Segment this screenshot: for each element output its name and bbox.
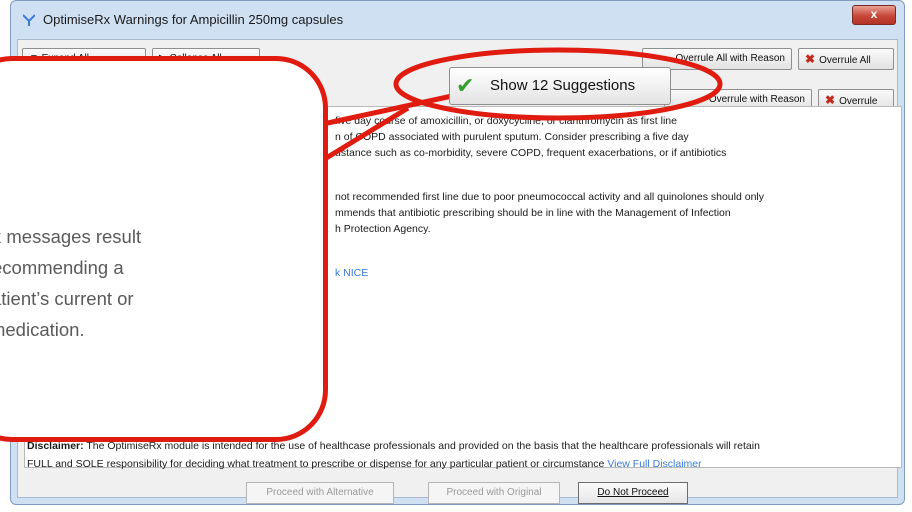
callout-line: em recommending a: [0, 257, 124, 278]
callout-box: iseRx messages result em recommending a …: [0, 56, 328, 442]
show-suggestions-label: Show 12 Suggestions: [490, 77, 636, 94]
callout-text: iseRx messages result em recommending a …: [0, 221, 141, 345]
callout-line: he patient’s current or: [0, 288, 134, 309]
show-suggestions-button[interactable]: ✔ Show 12 Suggestions: [449, 67, 671, 105]
callout-line: sed medication.: [0, 319, 85, 340]
checkmark-icon: ✔: [456, 73, 475, 98]
callout-line: iseRx messages result: [0, 226, 142, 247]
